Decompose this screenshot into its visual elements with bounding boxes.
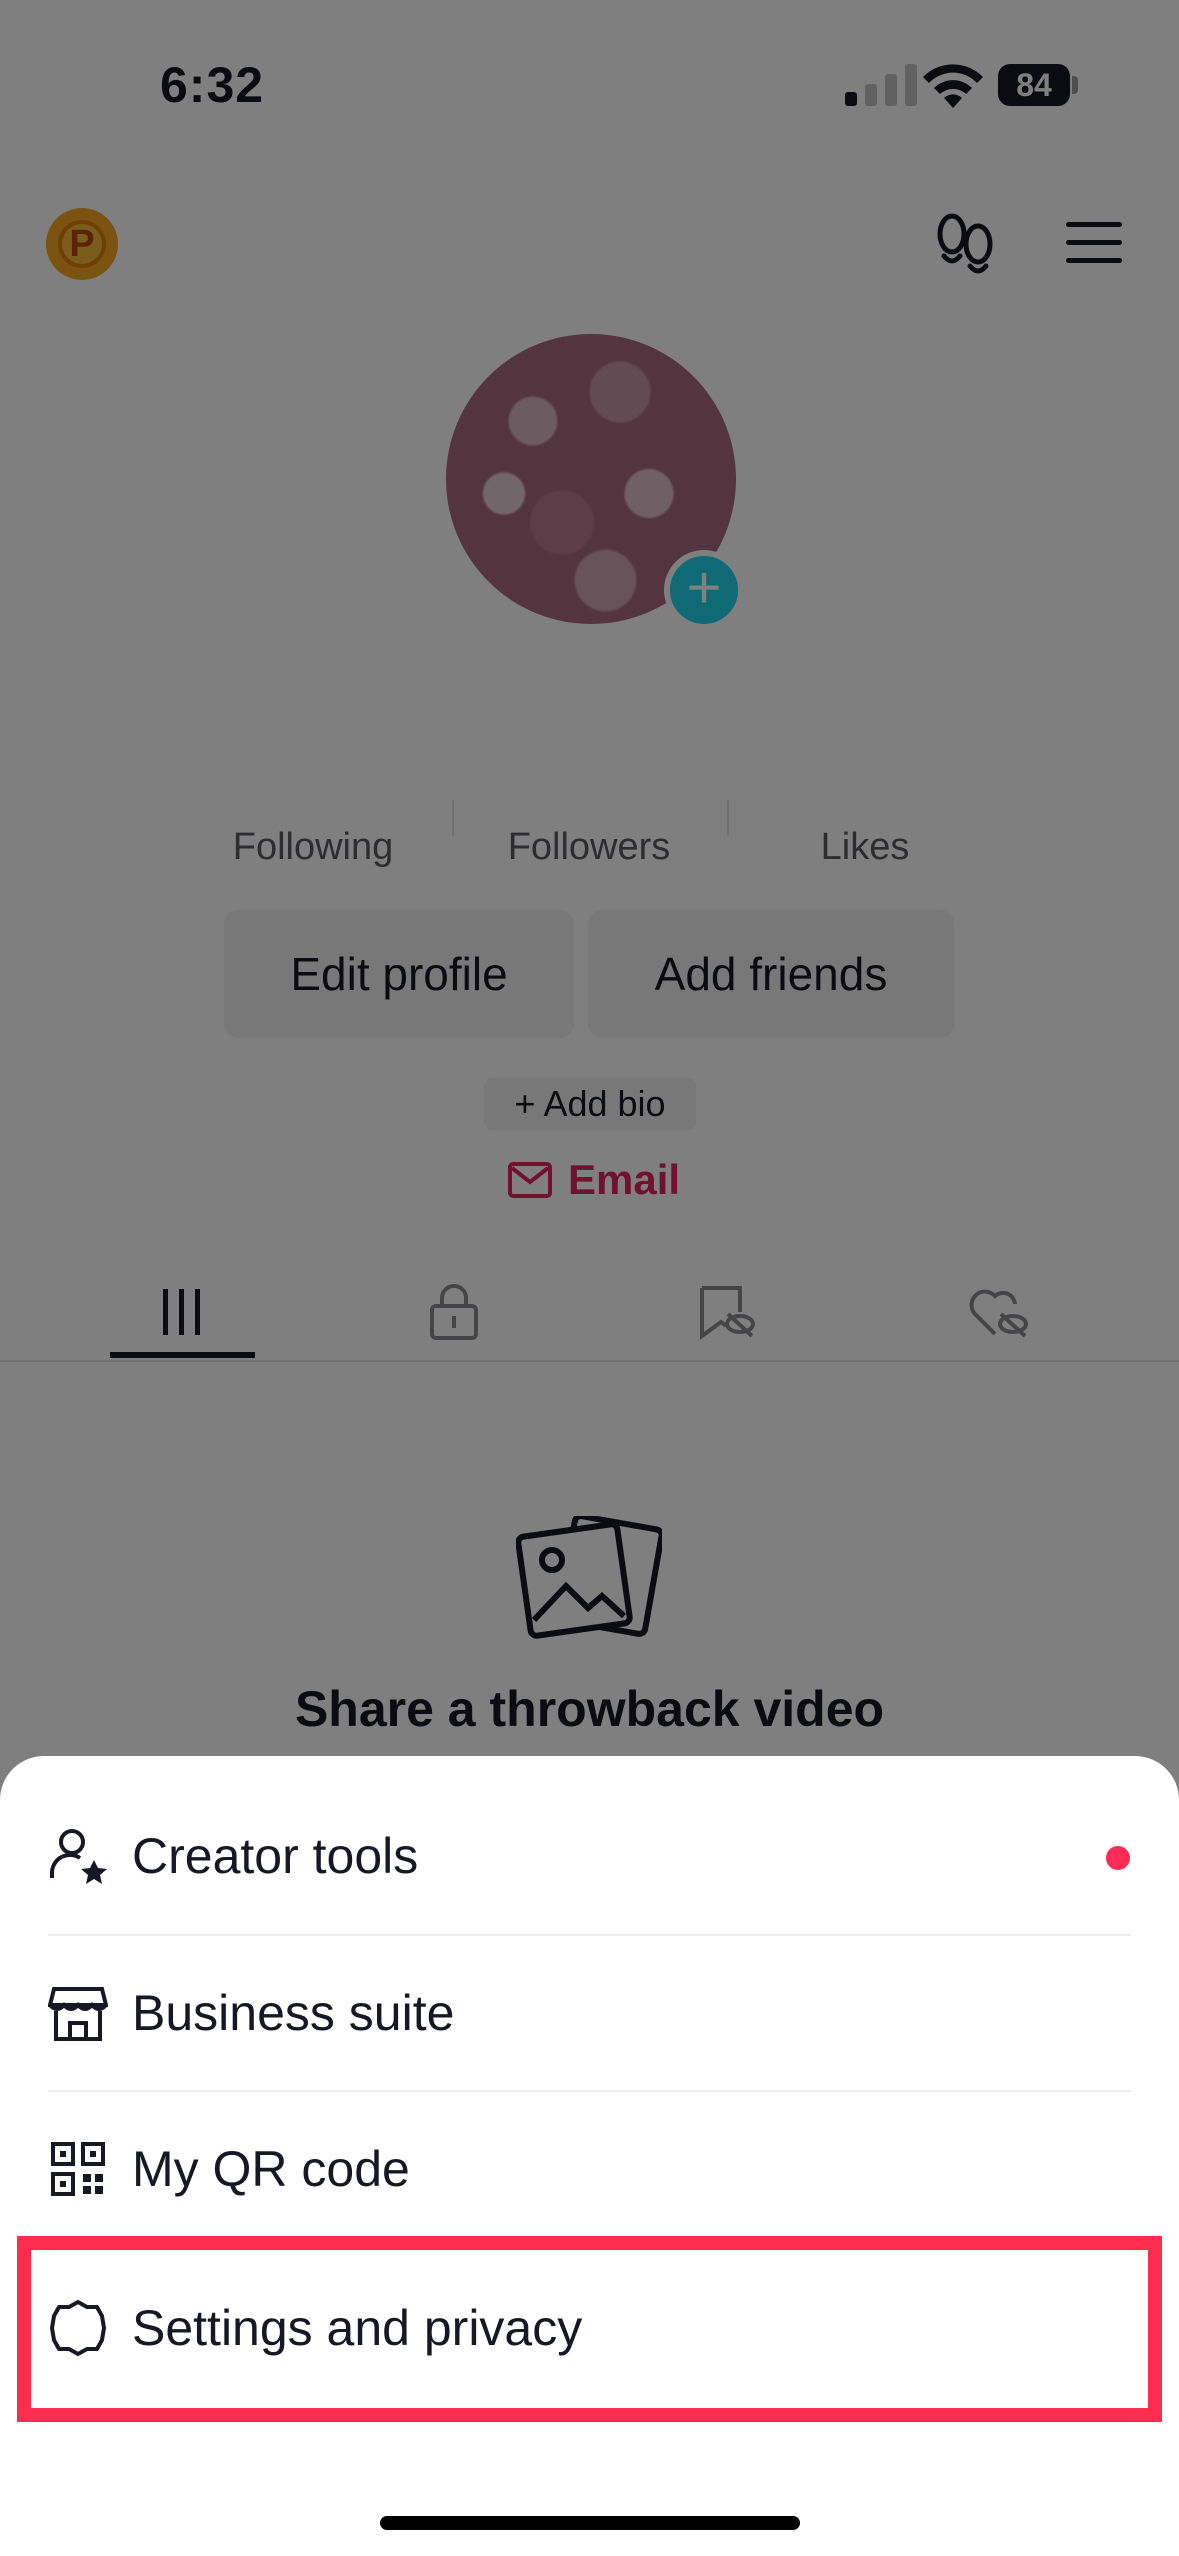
menu-item-business-suite[interactable]: Business suite <box>0 1935 1179 2091</box>
person-star-icon <box>48 1826 108 1886</box>
menu-item-label: My QR code <box>132 2141 410 2197</box>
menu-item-label: Creator tools <box>132 1828 419 1884</box>
notification-dot <box>1106 1846 1130 1870</box>
home-indicator[interactable] <box>380 2516 800 2530</box>
storefront-icon <box>48 1983 108 2043</box>
menu-item-creator-tools[interactable]: Creator tools <box>0 1778 1179 1934</box>
qr-code-icon <box>48 2139 108 2199</box>
menu-item-qr-code[interactable]: My QR code <box>0 2091 1179 2247</box>
menu-item-label: Business suite <box>132 1985 455 2041</box>
highlight-box <box>17 2236 1162 2422</box>
